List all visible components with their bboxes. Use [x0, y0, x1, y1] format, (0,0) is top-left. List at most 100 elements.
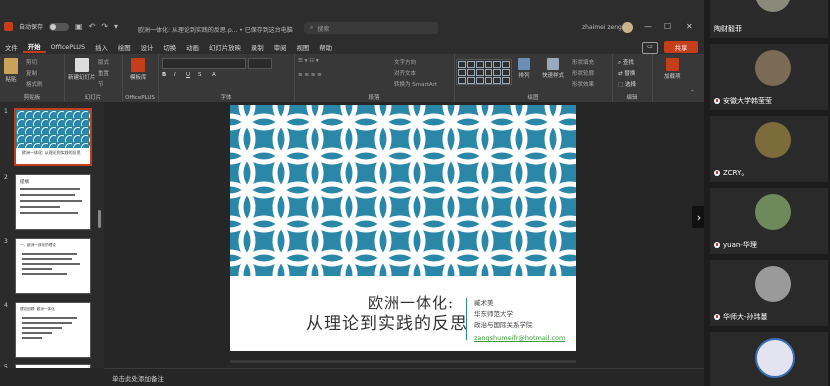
powerpoint-app-icon	[4, 22, 13, 31]
paste-button[interactable]: 粘贴	[4, 58, 18, 83]
section-button[interactable]: 节	[98, 80, 104, 88]
avatar	[755, 50, 791, 86]
shapes-gallery[interactable]	[456, 59, 512, 85]
replace-button[interactable]: ⇄ 替换	[618, 69, 635, 77]
participant-tile[interactable]: 安徽大学韩莹莹	[710, 44, 828, 110]
shape-outline-button[interactable]: 形状轮廓	[572, 69, 594, 77]
minimize-button[interactable]: —	[644, 22, 652, 31]
notes-placeholder: 单击此处添加备注	[112, 375, 164, 383]
thumbnail-title: 提纲	[20, 180, 29, 185]
addin-button[interactable]: 加载项	[664, 58, 681, 80]
thumbnail-scrollbar[interactable]	[98, 210, 101, 228]
autosave-toggle[interactable]	[49, 22, 70, 31]
addin-group: 加载项 ⌃	[652, 54, 702, 102]
tab-officeplus[interactable]: OfficePLUS	[46, 43, 90, 51]
thumbnail-title: 欧洲一体化: 从理论到实践的反思	[22, 150, 81, 155]
next-slide-arrow-icon[interactable]: ›	[692, 206, 704, 228]
close-button[interactable]: ✕	[686, 22, 693, 31]
maximize-button[interactable]: ☐	[664, 22, 671, 31]
tab-draw[interactable]: 绘图	[113, 43, 136, 52]
tab-animations[interactable]: 动画	[181, 43, 204, 52]
quick-styles-button[interactable]: 快速样式	[542, 58, 564, 79]
arrange-button[interactable]: 排列	[518, 58, 530, 79]
tab-design[interactable]: 设计	[136, 43, 159, 52]
comment-button[interactable]: ▭	[642, 42, 658, 54]
customize-toolbar-icon[interactable]: ▾	[114, 22, 118, 31]
slide-university[interactable]: 华东师范大学	[474, 308, 513, 318]
select-button[interactable]: ⬚ 选择	[618, 80, 636, 88]
bullets-button[interactable]: ☰ ▾ ☷ ▾	[298, 58, 319, 64]
template-library-button[interactable]: 模板库	[130, 58, 147, 81]
reset-button[interactable]: 重置	[98, 69, 109, 77]
officeplus-label: OfficePLUS	[125, 95, 155, 101]
comment-icon: ▭	[647, 43, 653, 50]
cut-button[interactable]: 剪切	[26, 58, 37, 66]
user-avatar[interactable]	[622, 22, 633, 33]
shape-fill-button[interactable]: 形状填充	[572, 58, 594, 66]
align-buttons[interactable]: ≡ ≡ ≡ ≡	[298, 72, 322, 78]
avatar	[755, 194, 791, 230]
layout-button[interactable]: 版式	[98, 58, 109, 66]
clipboard-label: 剪贴板	[23, 95, 41, 101]
underline-button[interactable]: U	[186, 72, 190, 78]
new-slide-button[interactable]: 新建幻灯片	[68, 58, 96, 81]
horizontal-scrollbar[interactable]	[230, 360, 576, 363]
slide-title-line2[interactable]: 从理论到实践的反思	[272, 309, 502, 334]
participant-name: ZCRY。	[714, 168, 748, 178]
font-size-select[interactable]	[248, 58, 272, 69]
tab-view[interactable]: 视图	[291, 43, 314, 52]
share-button[interactable]: 共享	[664, 41, 698, 53]
participant-tile[interactable]: yuan-华理	[710, 188, 828, 254]
officeplus-group: 模板库 OfficePLUS	[122, 54, 159, 102]
participant-tile[interactable]: 华师大-孙玮蔓	[710, 260, 828, 326]
ribbon-home: 粘贴 剪切 复制 格式刷 剪贴板 新建幻灯片 版式 重置 节 幻灯片 模板库 O…	[0, 54, 704, 103]
align-text-button[interactable]: 对齐文本	[394, 69, 416, 77]
thumbnail-1[interactable]: 欧洲一体化: 从理论到实践的反思	[14, 108, 92, 166]
italic-button[interactable]: I	[174, 72, 176, 78]
tab-review[interactable]: 审阅	[269, 43, 292, 52]
participant-tile[interactable]	[710, 332, 828, 386]
tab-transitions[interactable]: 切换	[158, 43, 181, 52]
tab-slideshow[interactable]: 幻灯片放映	[204, 43, 246, 52]
save-icon[interactable]: ▣	[75, 22, 83, 31]
format-painter-button[interactable]: 格式刷	[26, 80, 43, 88]
find-button[interactable]: ⌕ 查找	[618, 58, 634, 67]
thumbnail-4[interactable]: 理论回顾: 欧洲一体化	[15, 302, 91, 358]
thumbnail-3[interactable]: 一、欧洲一体化的理论	[15, 238, 91, 294]
replace-icon: ⇄	[618, 71, 623, 77]
tab-home[interactable]: 开始	[22, 42, 46, 53]
copy-button[interactable]: 复制	[26, 69, 37, 77]
shadow-button[interactable]: S	[198, 72, 202, 78]
slide-email-link[interactable]: zangshumeifr@hotmail.com	[474, 334, 565, 342]
font-color-button[interactable]: A	[212, 72, 216, 78]
font-name-select[interactable]	[162, 58, 246, 69]
bold-button[interactable]: B	[162, 72, 166, 78]
find-icon: ⌕	[618, 60, 622, 66]
thumbnail-2[interactable]: 提纲	[15, 174, 91, 230]
tab-help[interactable]: 帮助	[314, 43, 337, 52]
smartart-button[interactable]: 转换为 SmartArt	[394, 80, 437, 88]
slide-department[interactable]: 政治与国际关系学院	[474, 319, 533, 329]
text-direction-button[interactable]: 文字方向	[394, 58, 416, 66]
tab-record[interactable]: 录制	[246, 43, 269, 52]
undo-icon[interactable]: ↶	[89, 22, 96, 31]
slides-group: 新建幻灯片 版式 重置 节 幻灯片	[64, 54, 123, 102]
paste-icon	[4, 58, 18, 74]
search-input[interactable]: ⌕ 搜索	[304, 22, 438, 34]
tab-file[interactable]: 文件	[0, 43, 23, 52]
tab-insert[interactable]: 插入	[90, 43, 113, 52]
shape-effects-button[interactable]: 形状效果	[572, 80, 594, 88]
search-placeholder: 搜索	[317, 25, 330, 33]
participant-tile[interactable]: 陶财毅菲	[710, 0, 828, 38]
collapse-ribbon-icon[interactable]: ⌃	[690, 90, 695, 96]
redo-icon[interactable]: ↷	[101, 22, 108, 31]
mic-muted-icon	[714, 314, 720, 320]
document-title: 欧洲一体化: 从理论到实践的反思.p... • 已保存到这台电脑	[138, 27, 293, 34]
ribbon-tabs: 文件 开始 OfficePLUS 插入 绘图 设计 切换 动画 幻灯片放映 录制…	[0, 40, 704, 54]
notes-pane[interactable]: 单击此处添加备注	[104, 368, 704, 386]
divider-line	[466, 298, 467, 340]
slide-author[interactable]: 臧术美	[474, 297, 494, 307]
avatar	[755, 0, 791, 12]
thumbnail-title: 一、欧洲一体化的理论	[20, 243, 56, 247]
participant-tile[interactable]: ZCRY。	[710, 116, 828, 182]
